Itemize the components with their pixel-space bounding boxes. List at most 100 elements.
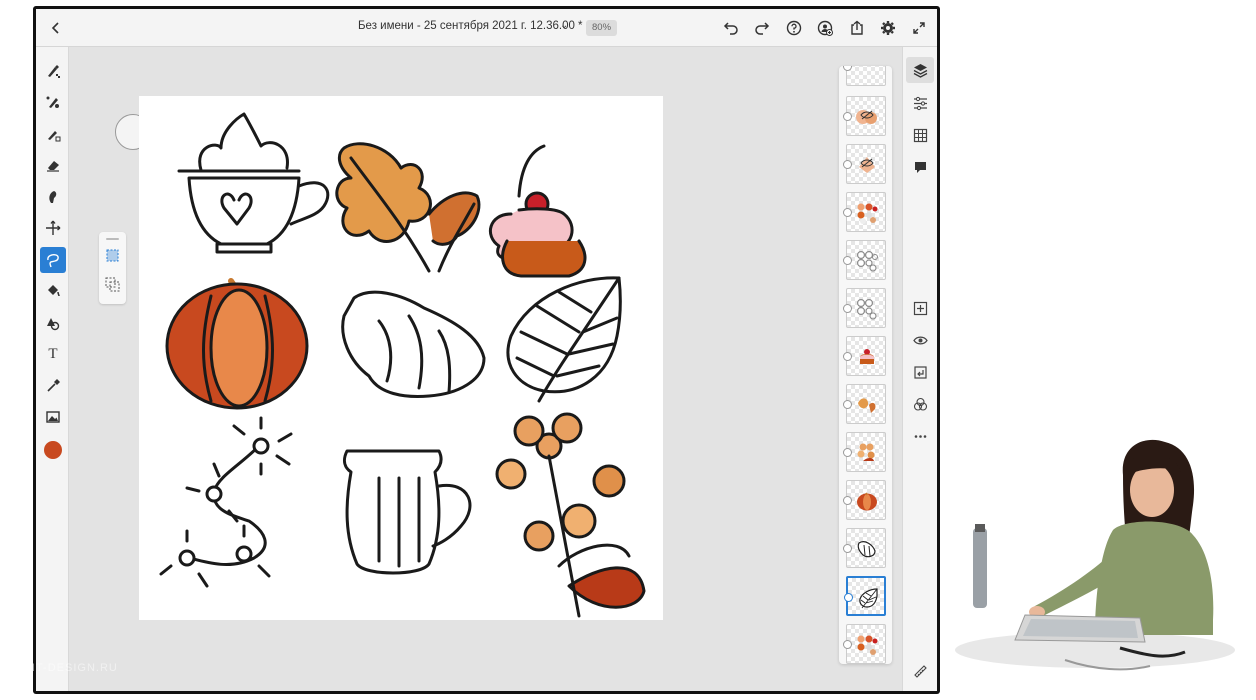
properties-icon[interactable] [912,95,929,112]
paint-bucket-icon [48,285,60,297]
merge-down-icon[interactable] [912,364,929,381]
layer-preview [857,299,877,320]
lasso-icon [47,254,59,268]
cream-cup-illustration [177,112,330,254]
layer-toggle[interactable] [843,352,852,361]
pixel-brush-icon [48,65,60,78]
top-bar: Без имени - 25 сентября 2021 г. 12.36.00… [36,9,937,47]
share-icon[interactable] [847,18,867,38]
layer-toggle[interactable] [843,496,852,505]
layer-thumbnail[interactable] [843,432,886,472]
text-icon: T [48,345,58,362]
place-image-tool[interactable] [40,404,66,430]
layers-panel [839,66,892,664]
eyedropper-tool[interactable] [40,373,66,399]
presenter-photo [945,420,1256,700]
layer-toggle[interactable] [843,304,852,313]
more-options-icon[interactable] [912,428,929,445]
layer-thumbnail[interactable] [843,336,886,376]
text-tool[interactable]: T [40,341,66,367]
grid-icon[interactable] [912,127,929,144]
layer-thumbnail[interactable] [843,384,886,424]
live-brush-icon [46,96,59,108]
pixel-brush-tool[interactable] [40,58,66,84]
layer-toggle[interactable] [843,640,852,649]
jug-illustration [342,449,472,575]
ruler-icon[interactable] [912,663,929,680]
layer-preview [857,443,875,461]
layer-thumbnail[interactable] [843,528,886,568]
smudge-icon [49,191,57,203]
zoom-level[interactable]: 80% [586,20,618,36]
new-selection-icon[interactable] [104,247,121,264]
autumn-illustrations [159,112,646,618]
eyedropper-icon [47,379,60,392]
document-title[interactable]: Без имени - 25 сентября 2021 г. 12.36.00… [358,20,583,32]
live-brush-tool[interactable] [40,89,66,115]
autumn-leaves-illustration [335,142,481,273]
subtract-selection-icon[interactable] [104,276,121,293]
image-icon [46,411,60,423]
chevron-left-icon[interactable] [46,18,66,38]
layer-thumbnail[interactable] [843,66,886,86]
leaf-outline-illustration [506,276,622,403]
shapes-tool[interactable] [40,310,66,336]
vector-brush-tool[interactable] [40,121,66,147]
layer-toggle[interactable] [843,112,852,121]
layer-toggle[interactable] [843,208,852,217]
screen: Без имени - 25 сентября 2021 г. 12.36.00… [0,0,1256,700]
help-icon[interactable] [784,18,804,38]
fullscreen-icon[interactable] [909,18,929,38]
layer-preview [857,203,878,224]
layer-thumbnail-selected[interactable] [844,576,886,616]
cupcake-illustration [488,144,587,278]
layer-thumbnail[interactable] [843,240,886,280]
layer-preview [858,398,876,413]
layer-toggle[interactable] [843,160,852,169]
hidden-eye-icon [860,158,874,168]
layer-toggle[interactable] [844,593,853,602]
selection-tool[interactable] [40,247,66,273]
layer-toggle[interactable] [843,544,852,553]
add-user-icon[interactable] [815,18,835,38]
selection-options-panel [99,232,126,304]
layer-toggle[interactable] [843,448,852,457]
croissant-illustration [341,290,486,398]
layer-toggle[interactable] [843,400,852,409]
vector-brush-icon [48,131,61,142]
add-layer-icon[interactable] [912,300,929,317]
chevron-down-icon[interactable]: ⌄ [560,20,568,31]
panel-grip[interactable] [106,238,119,240]
eraser-tool[interactable] [40,152,66,178]
undo-icon[interactable] [721,18,741,38]
autumn-flowers-illustration [495,412,646,618]
watermark-text: UDIT-DESIGN.RU [14,662,118,674]
gear-icon[interactable] [878,18,898,38]
layer-thumbnail[interactable] [843,624,886,664]
fresco-app: Без имени - 25 сентября 2021 г. 12.36.00… [36,9,937,691]
layer-preview [857,251,878,272]
visibility-icon[interactable] [912,332,929,349]
layer-toggle[interactable] [843,66,852,71]
layer-toggle[interactable] [843,256,852,265]
comments-icon[interactable] [912,159,929,176]
smudge-tool[interactable] [40,184,66,210]
pumpkin-illustration [165,278,309,410]
layer-thumbnail[interactable] [843,192,886,232]
blend-mode-icon[interactable] [912,396,929,413]
layer-thumbnail[interactable] [843,96,886,136]
layer-preview [857,635,878,655]
layer-thumbnail[interactable] [843,288,886,328]
fill-tool[interactable] [40,278,66,304]
layer-preview [859,588,878,609]
redo-icon[interactable] [752,18,772,38]
artwork-canvas[interactable] [139,96,663,620]
transform-tool[interactable] [40,215,66,241]
layer-thumbnail[interactable] [843,480,886,520]
eraser-icon [47,161,59,172]
layer-preview [857,541,876,558]
shapes-icon [47,318,60,331]
layers-icon[interactable] [912,62,929,79]
layer-thumbnail[interactable] [843,144,886,184]
color-swatch[interactable] [44,441,62,459]
